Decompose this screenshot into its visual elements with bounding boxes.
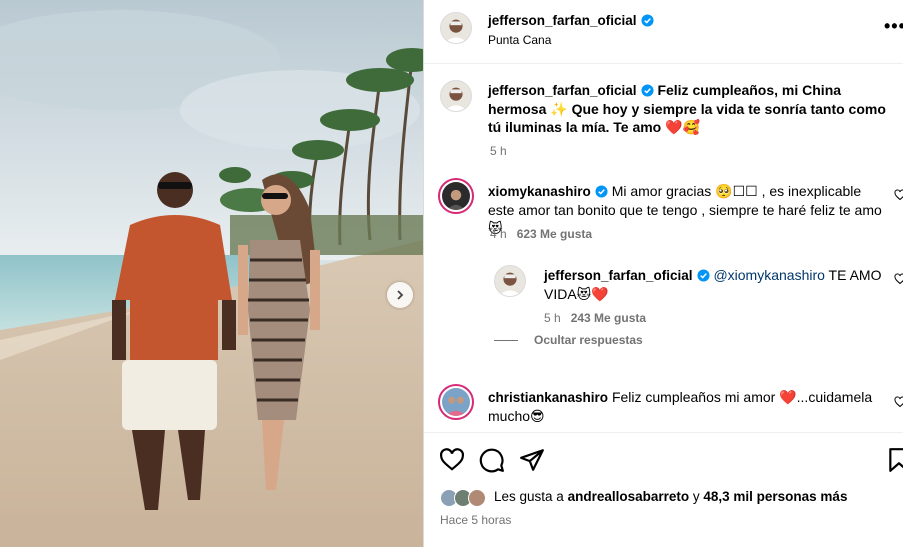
comment-bubble-icon[interactable]	[479, 447, 505, 473]
post-timestamp[interactable]: Hace 5 horas	[440, 513, 511, 527]
verified-badge-icon	[641, 84, 654, 97]
reply-time[interactable]: 5 h	[544, 311, 561, 325]
like-comment-heart-icon[interactable]	[894, 189, 903, 201]
caption-username[interactable]: jefferson_farfan_oficial	[488, 83, 637, 98]
post-header: jefferson_farfan_oficial Punta Cana •••	[424, 0, 903, 64]
like-comment-heart-icon[interactable]	[894, 396, 903, 408]
avatar[interactable]	[468, 489, 486, 507]
verified-badge-icon	[697, 269, 710, 282]
instagram-post: jefferson_farfan_oficial Punta Cana ••• …	[0, 0, 903, 547]
avatar[interactable]	[438, 178, 474, 214]
more-options-icon[interactable]: •••	[884, 16, 903, 37]
reply-likes[interactable]: 243 Me gusta	[571, 311, 646, 325]
like-heart-icon[interactable]	[439, 447, 465, 473]
post-actions: Les gusta a andreallosabarreto y 48,3 mi…	[424, 432, 903, 547]
caption-time[interactable]: 5 h	[490, 144, 507, 158]
post-photo[interactable]	[0, 0, 423, 547]
avatar[interactable]	[440, 12, 472, 44]
post-author[interactable]: jefferson_farfan_oficial	[488, 12, 654, 30]
comment-likes[interactable]: 623 Me gusta	[517, 227, 592, 241]
share-send-icon[interactable]	[519, 447, 545, 473]
verified-badge-icon	[641, 14, 654, 27]
avatar[interactable]	[494, 265, 526, 297]
next-photo-button[interactable]	[387, 282, 413, 308]
verified-badge-icon	[595, 185, 608, 198]
comment-meta: 4 h 623 Me gusta	[490, 227, 592, 241]
replies-divider-line	[494, 340, 518, 341]
likes-user-link[interactable]: andreallosabarreto	[568, 489, 690, 504]
comment-username[interactable]: xiomykanashiro	[488, 184, 591, 199]
likes-summary: Les gusta a andreallosabarreto y 48,3 mi…	[494, 489, 848, 504]
reply-mention-link[interactable]: @xiomykanashiro	[713, 267, 824, 283]
likes-count-link[interactable]: 48,3 mil personas más	[703, 489, 847, 504]
post-author-username[interactable]: jefferson_farfan_oficial	[488, 13, 637, 28]
hide-replies-button[interactable]: Ocultar respuestas	[534, 333, 643, 347]
like-comment-heart-icon[interactable]	[894, 273, 903, 285]
reply-meta: 5 h 243 Me gusta	[544, 311, 646, 325]
comment: christiankanashiro Feliz cumpleaños mi a…	[488, 388, 888, 425]
avatar[interactable]	[438, 384, 474, 420]
post-details-panel: jefferson_farfan_oficial Punta Cana ••• …	[424, 0, 903, 547]
reply-username[interactable]: jefferson_farfan_oficial	[544, 268, 693, 283]
post-location[interactable]: Punta Cana	[488, 33, 551, 47]
chevron-right-icon	[397, 290, 404, 300]
comment-time[interactable]: 4 h	[490, 227, 507, 241]
beach-couple-image	[0, 0, 423, 547]
avatar[interactable]	[440, 80, 472, 112]
caption: jefferson_farfan_oficial Feliz cumpleaño…	[488, 81, 888, 136]
comment-username[interactable]: christiankanashiro	[488, 390, 608, 405]
save-bookmark-icon[interactable]	[886, 447, 903, 473]
reply-comment: jefferson_farfan_oficial @xiomykanashiro…	[544, 266, 889, 303]
